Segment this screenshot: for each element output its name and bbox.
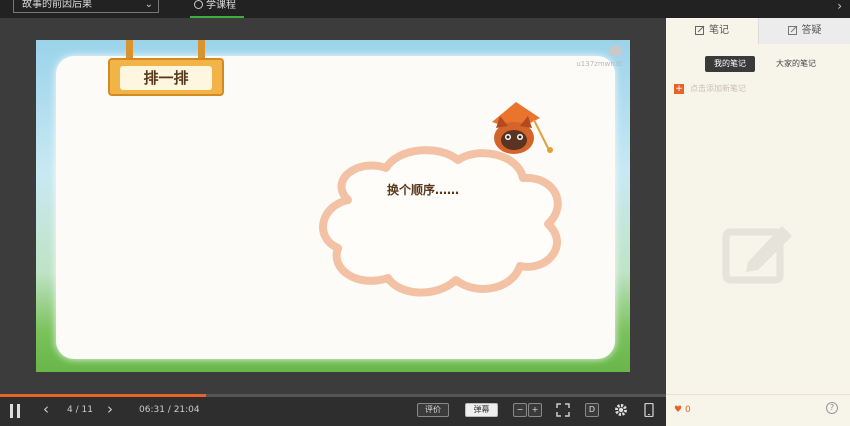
circle-icon bbox=[194, 0, 203, 9]
pause-icon[interactable] bbox=[10, 404, 20, 418]
all-notes-button[interactable]: 大家的笔记 bbox=[768, 56, 824, 72]
edit-icon bbox=[695, 25, 705, 35]
prev-page-icon[interactable]: ‹ bbox=[43, 402, 49, 417]
thought-cloud bbox=[319, 146, 562, 297]
time-display: 06:31 / 21:04 bbox=[139, 405, 200, 415]
cat-mascot-icon bbox=[492, 102, 553, 154]
chevron-down-icon: ⌄ bbox=[144, 0, 153, 10]
rate-button[interactable]: 评价 bbox=[417, 403, 449, 417]
video-stage: 排一排 u137zmwn3t 换个顺序…… bbox=[0, 18, 666, 394]
top-bar: 故事的前因后果 ⌄ 学课程 › bbox=[0, 0, 850, 18]
course-select[interactable]: 故事的前因后果 ⌄ bbox=[13, 0, 159, 13]
tab-notes[interactable]: 笔记 bbox=[666, 18, 758, 44]
chevron-right-icon[interactable]: › bbox=[837, 0, 842, 12]
title-sign: 排一排 bbox=[108, 40, 224, 100]
watermark: u137zmwn3t bbox=[576, 46, 622, 68]
sign-board: 排一排 bbox=[108, 58, 224, 96]
mobile-icon[interactable] bbox=[642, 403, 656, 417]
tab-qa[interactable]: 答疑 bbox=[758, 18, 850, 44]
panel-divider bbox=[666, 394, 850, 395]
plus-icon: + bbox=[674, 84, 684, 94]
tab-learn-course[interactable]: 学课程 bbox=[190, 0, 244, 18]
watermark-text: u137zmwn3t bbox=[576, 60, 622, 68]
like-counter[interactable]: ♥ 0 bbox=[674, 405, 691, 415]
gear-icon[interactable] bbox=[614, 403, 628, 417]
like-count: 0 bbox=[684, 405, 691, 415]
bubble-text: 换个顺序…… bbox=[387, 183, 460, 197]
question-edit-icon bbox=[787, 25, 797, 35]
page-indicator: 4 / 11 bbox=[67, 405, 93, 415]
help-icon[interactable]: ? bbox=[826, 402, 838, 414]
zoom-in-button[interactable]: + bbox=[528, 403, 542, 417]
control-bar: ‹ 4 / 11 › 06:31 / 21:04 评价 弹幕 − + D bbox=[0, 397, 666, 426]
tab-learn-label: 学课程 bbox=[206, 0, 236, 11]
definition-button[interactable]: D bbox=[585, 403, 599, 417]
next-page-icon[interactable]: › bbox=[107, 402, 113, 417]
my-notes-button[interactable]: 我的笔记 bbox=[705, 56, 755, 72]
danmu-button[interactable]: 弹幕 bbox=[465, 403, 498, 417]
tab-notes-label: 笔记 bbox=[709, 25, 729, 36]
watermark-icon bbox=[610, 46, 622, 56]
course-select-label: 故事的前因后果 bbox=[22, 0, 92, 10]
add-note-placeholder: 点击添加新笔记 bbox=[690, 84, 746, 93]
sign-title: 排一排 bbox=[120, 66, 212, 90]
fullscreen-icon[interactable] bbox=[556, 403, 570, 417]
panel-tabs: 笔记 答疑 bbox=[666, 18, 850, 44]
lesson-slide[interactable]: 排一排 u137zmwn3t 换个顺序…… bbox=[36, 40, 630, 372]
zoom-out-button[interactable]: − bbox=[513, 403, 527, 417]
edit-note-icon bbox=[722, 226, 792, 284]
notes-panel: 笔记 答疑 我的笔记 大家的笔记 + 点击添加新笔记 ♥ 0 ? bbox=[666, 18, 850, 426]
add-note-row[interactable]: + 点击添加新笔记 bbox=[674, 83, 746, 94]
tab-qa-label: 答疑 bbox=[801, 25, 822, 36]
